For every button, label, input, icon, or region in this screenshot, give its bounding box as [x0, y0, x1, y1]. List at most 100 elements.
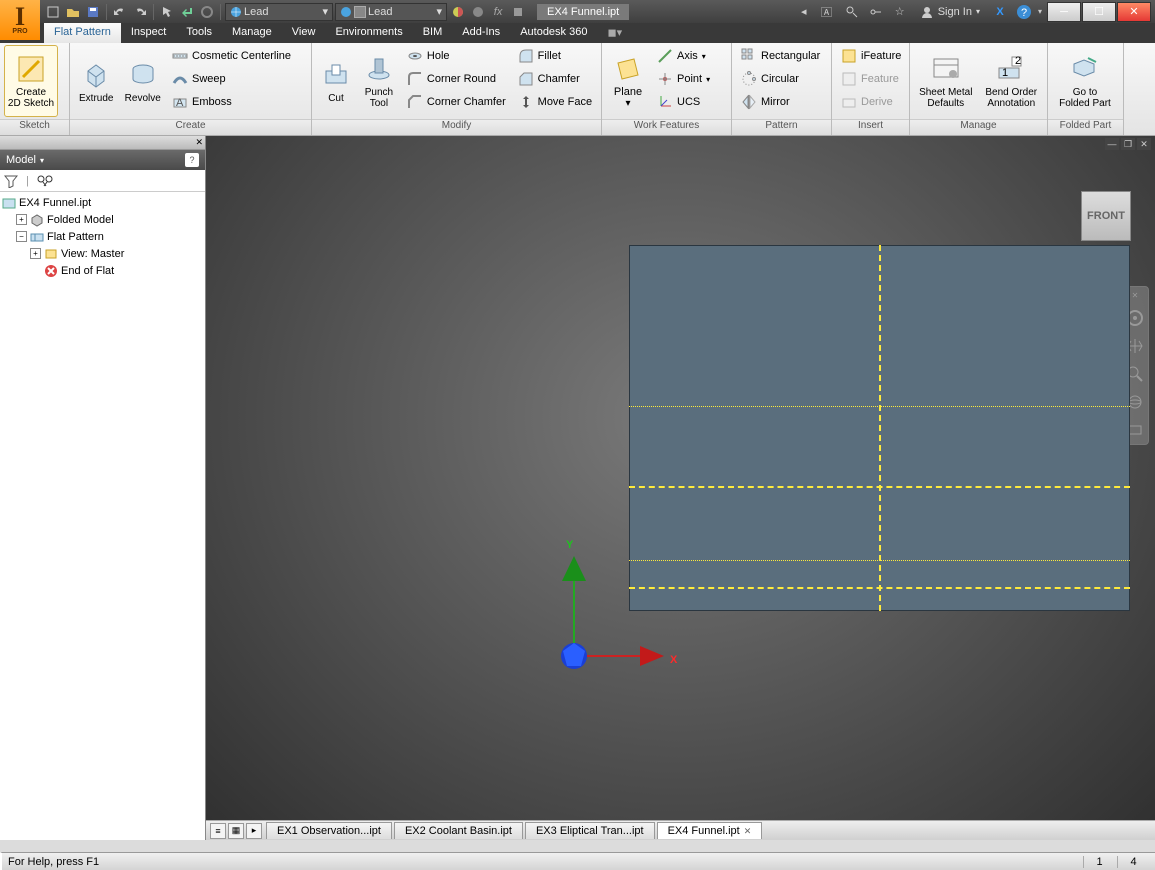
help-icon[interactable]: ? [1014, 3, 1034, 21]
move-face-button[interactable]: Move Face [513, 91, 597, 113]
new-icon[interactable] [44, 3, 62, 21]
signin-button[interactable]: Sign In ▾ [914, 5, 986, 19]
goto-folded-part-button[interactable]: Go to Folded Part [1052, 45, 1118, 117]
revolve-button[interactable]: Revolve [121, 45, 166, 117]
extrude-button[interactable]: Extrude [74, 45, 119, 117]
doc-tab-4[interactable]: EX4 Funnel.ipt✕ [657, 822, 763, 839]
tab-addins[interactable]: Add-Ins [452, 23, 510, 43]
navbar-close-icon[interactable]: ✕ [1132, 291, 1139, 300]
create-2d-sketch-button[interactable]: Create 2D Sketch [4, 45, 58, 117]
tab-overflow-icon[interactable]: ◼▾ [597, 23, 632, 43]
viewcube[interactable]: FRONT [1081, 191, 1131, 241]
nav-back-icon[interactable]: ◂ [794, 3, 814, 21]
minimize-button[interactable]: ─ [1047, 2, 1081, 22]
maximize-button[interactable]: ☐ [1082, 2, 1116, 22]
tabs-tile-icon[interactable]: ▦ [228, 823, 244, 839]
undo-icon[interactable] [111, 3, 129, 21]
bend-line-vertical [879, 245, 881, 611]
feature-icon [841, 71, 857, 87]
tab-view[interactable]: View [282, 23, 326, 43]
tab-environments[interactable]: Environments [325, 23, 412, 43]
tab-flat-pattern[interactable]: Flat Pattern [44, 23, 121, 43]
collapse-icon[interactable]: − [16, 231, 27, 242]
tab-inspect[interactable]: Inspect [121, 23, 176, 43]
fillet-button[interactable]: Fillet [513, 45, 597, 67]
key-icon[interactable] [866, 3, 886, 21]
tree-root[interactable]: EX4 Funnel.ipt [2, 194, 203, 211]
canvas-minimize-icon[interactable]: — [1105, 138, 1119, 150]
tabs-list-icon[interactable]: ≡ [210, 823, 226, 839]
doc-tab-2[interactable]: EX2 Coolant Basin.ipt [394, 822, 523, 839]
expand-icon[interactable]: + [16, 214, 27, 225]
open-icon[interactable] [64, 3, 82, 21]
status-num-2: 4 [1117, 856, 1149, 868]
adjust-icon[interactable] [469, 3, 487, 21]
tree-flat-pattern[interactable]: − Flat Pattern [2, 228, 203, 245]
panel-label-modify: Modify [312, 119, 601, 135]
keyword-icon[interactable]: 🄰 [818, 3, 838, 21]
cosmetic-centerline-button[interactable]: Cosmetic Centerline [167, 45, 307, 67]
ifeature-button[interactable]: iFeature [836, 45, 906, 67]
expand-icon[interactable]: + [30, 248, 41, 259]
cut-button[interactable]: Cut [316, 45, 356, 117]
browser-header[interactable]: Model ▾ ? [0, 150, 205, 170]
chevron-down-icon[interactable]: ▾ [1038, 7, 1042, 16]
redo-icon[interactable] [131, 3, 149, 21]
appearance-icon[interactable] [449, 3, 467, 21]
doc-tab-1[interactable]: EX1 Observation...ipt [266, 822, 392, 839]
settings-icon[interactable] [509, 3, 527, 21]
select-icon[interactable] [158, 3, 176, 21]
canvas-close-icon[interactable]: ✕ [1137, 138, 1151, 150]
hole-button[interactable]: Hole [402, 45, 511, 67]
material-dropdown-1[interactable]: Lead ▾ [225, 3, 333, 21]
filter-icon[interactable] [4, 174, 18, 188]
rectangular-pattern-button[interactable]: Rectangular [736, 45, 828, 67]
update-icon[interactable] [198, 3, 216, 21]
circ-pattern-icon [741, 71, 757, 87]
canvas-restore-icon[interactable]: ❐ [1121, 138, 1135, 150]
browser-help-icon[interactable]: ? [185, 153, 199, 167]
tab-close-icon[interactable]: ✕ [744, 826, 752, 837]
plane-button[interactable]: Plane▾ [606, 45, 650, 117]
browser-close-icon[interactable]: ✕ [195, 137, 203, 148]
tree-folded-model[interactable]: + Folded Model [2, 211, 203, 228]
graphics-canvas[interactable]: — ❐ ✕ FRONT ✕ Y [206, 136, 1155, 840]
sweep-button[interactable]: Sweep [167, 68, 307, 90]
extrude-icon [80, 59, 112, 91]
ucs-button[interactable]: UCS [652, 91, 722, 113]
circular-pattern-button[interactable]: Circular [736, 68, 828, 90]
axis-button[interactable]: Axis ▾ [652, 45, 722, 67]
sheet-metal-defaults-button[interactable]: Sheet Metal Defaults [914, 45, 978, 117]
star-icon[interactable]: ☆ [890, 3, 910, 21]
doc-tab-3[interactable]: EX3 Eliptical Tran...ipt [525, 822, 655, 839]
punch-tool-button[interactable]: Punch Tool [358, 45, 400, 117]
search-icon[interactable] [842, 3, 862, 21]
point-button[interactable]: Point ▾ [652, 68, 722, 90]
return-icon[interactable] [178, 3, 196, 21]
chamfer-button[interactable]: Chamfer [513, 68, 597, 90]
app-menu-icon[interactable]: I PRO [0, 0, 40, 40]
cut-icon [320, 59, 352, 91]
exchange-icon[interactable]: X [990, 3, 1010, 21]
folded-part-icon [1069, 53, 1101, 85]
svg-text:X: X [670, 654, 678, 666]
find-icon[interactable] [37, 174, 53, 188]
tab-manage[interactable]: Manage [222, 23, 282, 43]
status-help-text: For Help, press F1 [8, 856, 99, 868]
flat-pattern-icon [30, 230, 44, 244]
emboss-button[interactable]: AEmboss [167, 91, 307, 113]
tab-tools[interactable]: Tools [176, 23, 222, 43]
material-dropdown-2[interactable]: Lead ▾ [335, 3, 447, 21]
tabs-nav-icon[interactable]: ▸ [246, 823, 262, 839]
tab-bim[interactable]: BIM [413, 23, 453, 43]
tab-autodesk360[interactable]: Autodesk 360 [510, 23, 597, 43]
fx-icon[interactable]: fx [489, 3, 507, 21]
tree-view-master[interactable]: + View: Master [2, 245, 203, 262]
close-button[interactable]: ✕ [1117, 2, 1151, 22]
mirror-button[interactable]: Mirror [736, 91, 828, 113]
bend-order-button[interactable]: 12 Bend Order Annotation [980, 45, 1044, 117]
save-icon[interactable] [84, 3, 102, 21]
corner-chamfer-button[interactable]: Corner Chamfer [402, 91, 511, 113]
tree-end-of-flat[interactable]: End of Flat [2, 262, 203, 279]
corner-round-button[interactable]: Corner Round [402, 68, 511, 90]
